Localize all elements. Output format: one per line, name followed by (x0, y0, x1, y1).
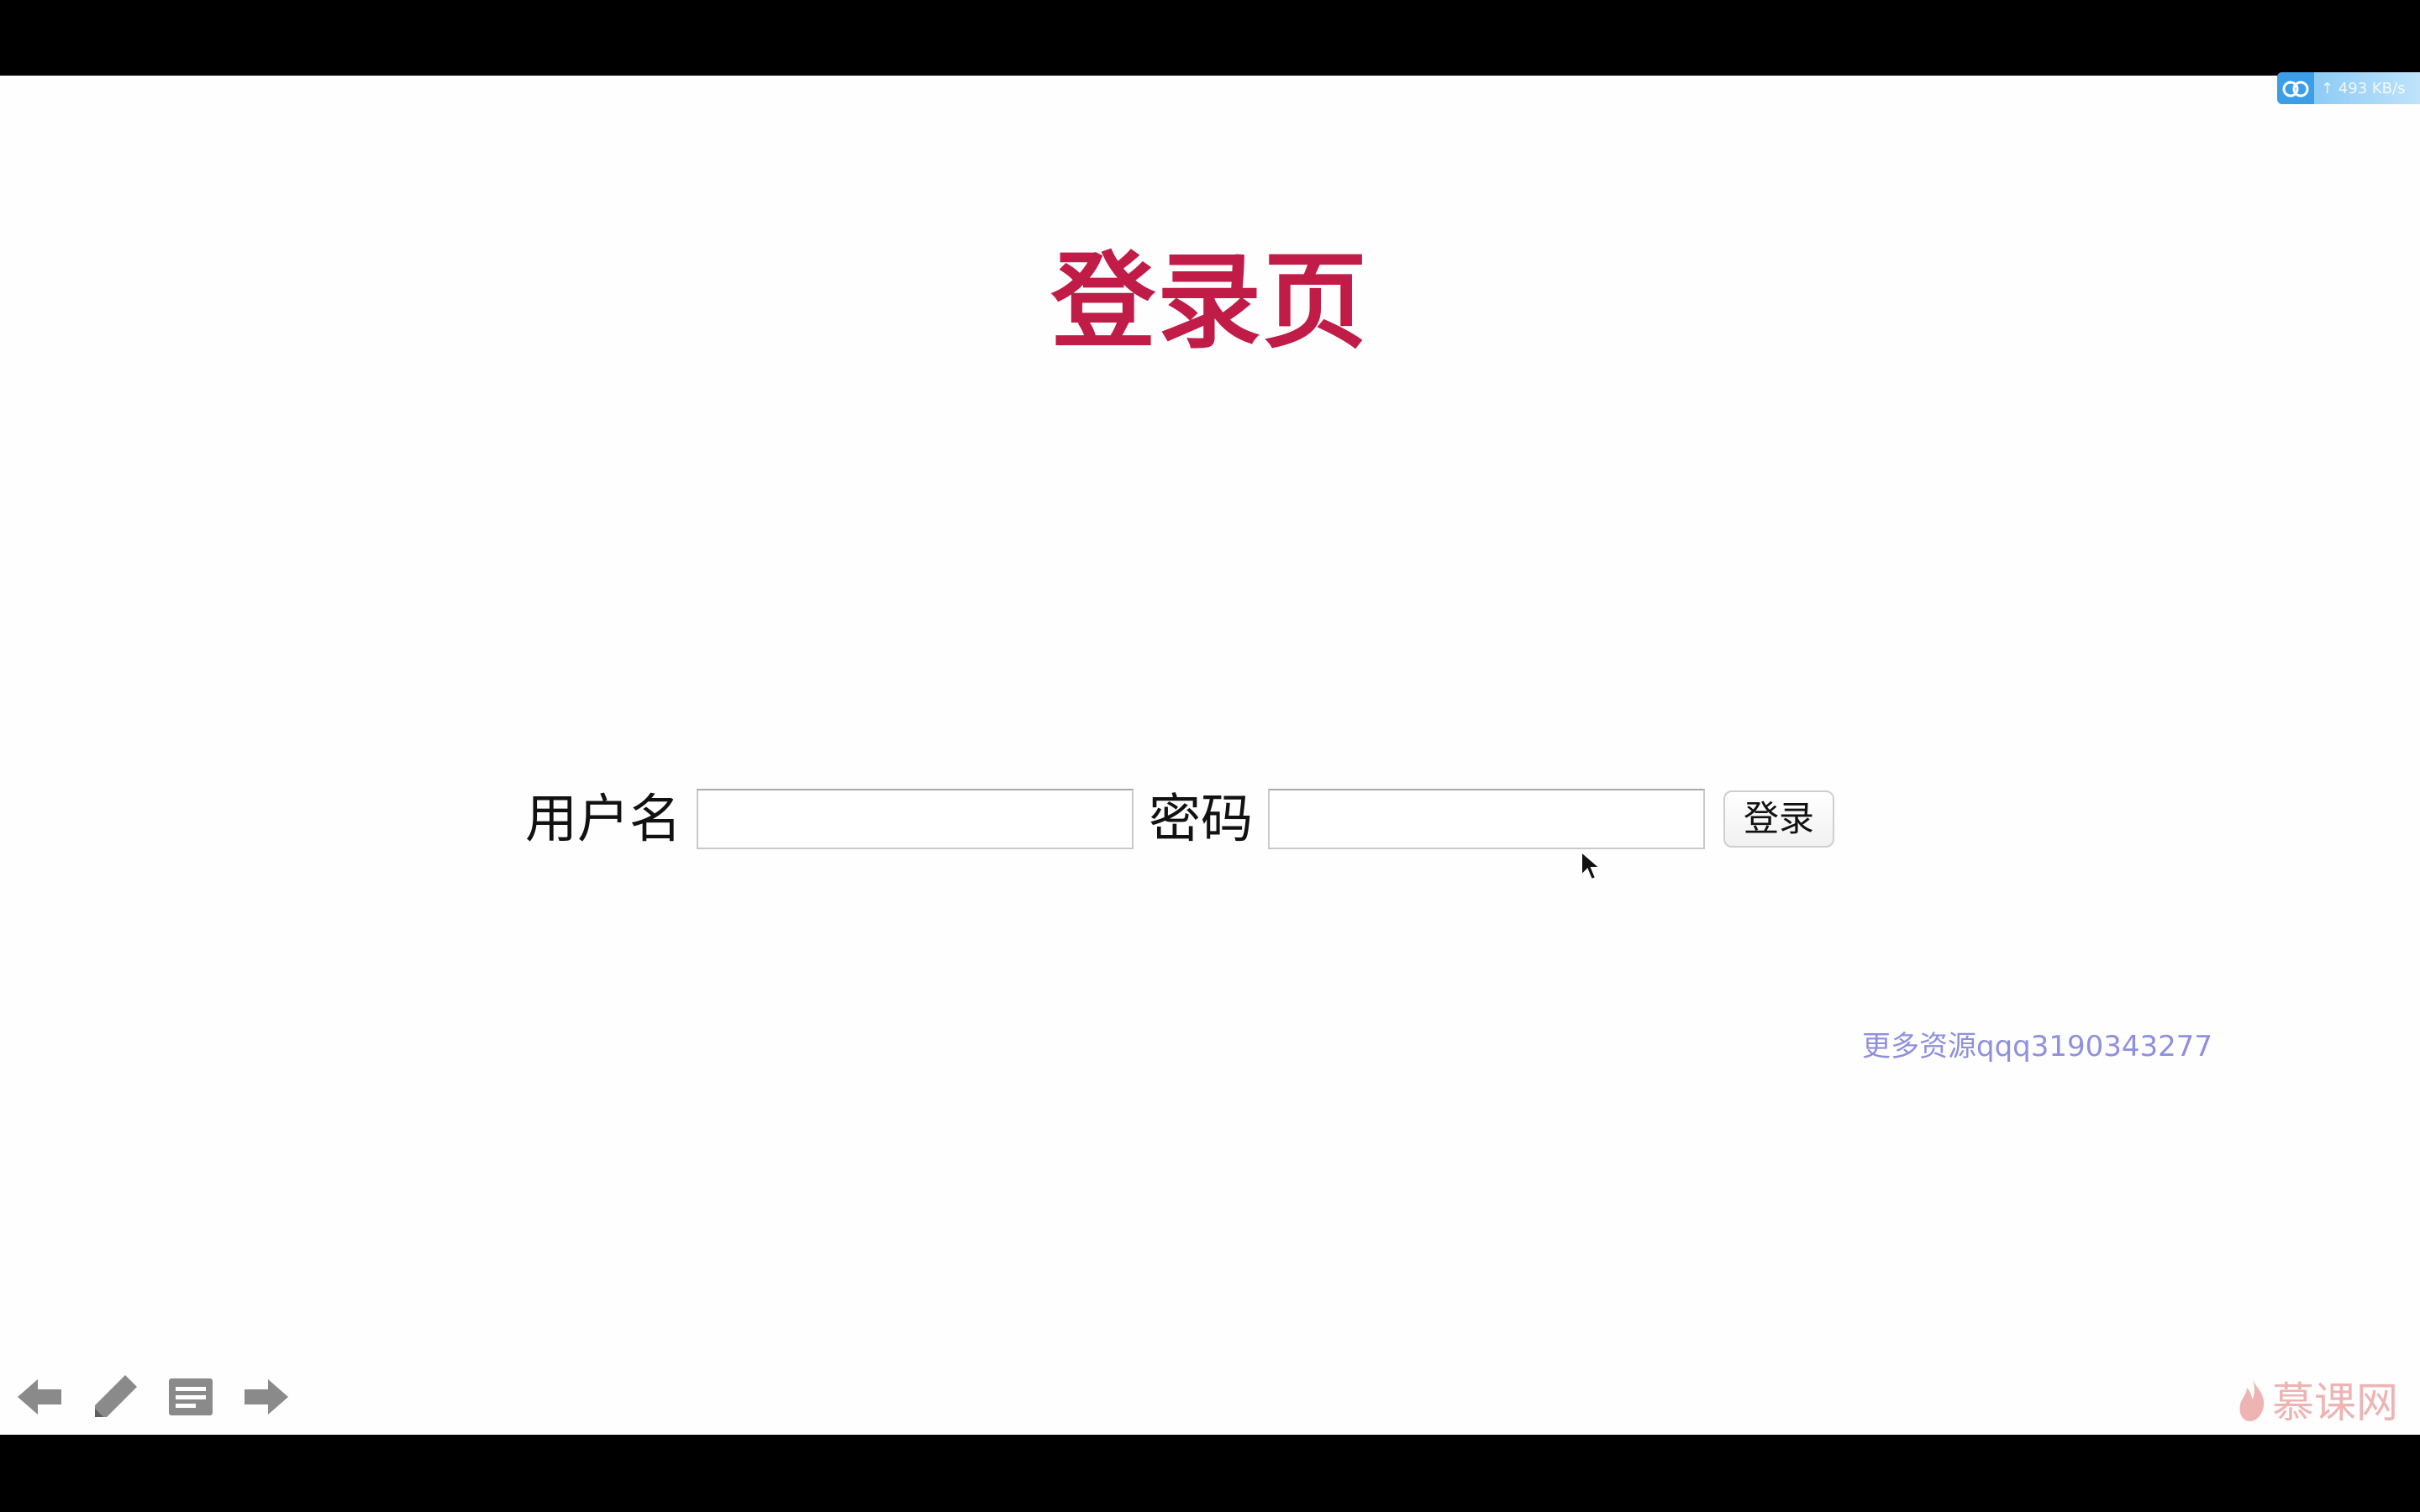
previous-button[interactable] (12, 1369, 67, 1425)
slide-canvas: 登录页 用户名 密码 登录 更多资源qqq3190343277 (0, 76, 2420, 1435)
next-button[interactable] (239, 1369, 294, 1425)
cloud-upload-widget: ↑ 493 KB/s (2277, 72, 2420, 104)
login-form: 用户名 密码 登录 (525, 781, 1835, 857)
page-title: 登录页 (1050, 242, 1369, 363)
password-label: 密码 (1149, 788, 1254, 849)
upload-speed: ↑ 493 KB/s (2321, 79, 2406, 97)
cloud-icon (2277, 72, 2314, 104)
video-frame: 登录页 用户名 密码 登录 更多资源qqq3190343277 ↑ 493 KB… (0, 0, 2420, 1512)
password-input[interactable] (1268, 789, 1706, 849)
login-button[interactable]: 登录 (1723, 790, 1835, 848)
pen-button[interactable] (87, 1369, 143, 1425)
flame-icon (2239, 1378, 2265, 1421)
player-controls (12, 1369, 314, 1425)
pencil-icon (95, 1375, 137, 1417)
notes-icon (169, 1378, 213, 1415)
notes-button[interactable] (163, 1369, 218, 1425)
arrow-right-icon (245, 1379, 288, 1415)
mouse-cursor-icon (1581, 850, 1602, 881)
arrow-left-icon (18, 1379, 61, 1415)
watermark-text: 更多资源qqq3190343277 (1862, 1030, 2213, 1063)
brand-logo: 慕课网 (2235, 1374, 2398, 1427)
brand-name: 慕课网 (2272, 1378, 2398, 1427)
username-input[interactable] (697, 789, 1134, 849)
username-label: 用户名 (525, 788, 682, 849)
